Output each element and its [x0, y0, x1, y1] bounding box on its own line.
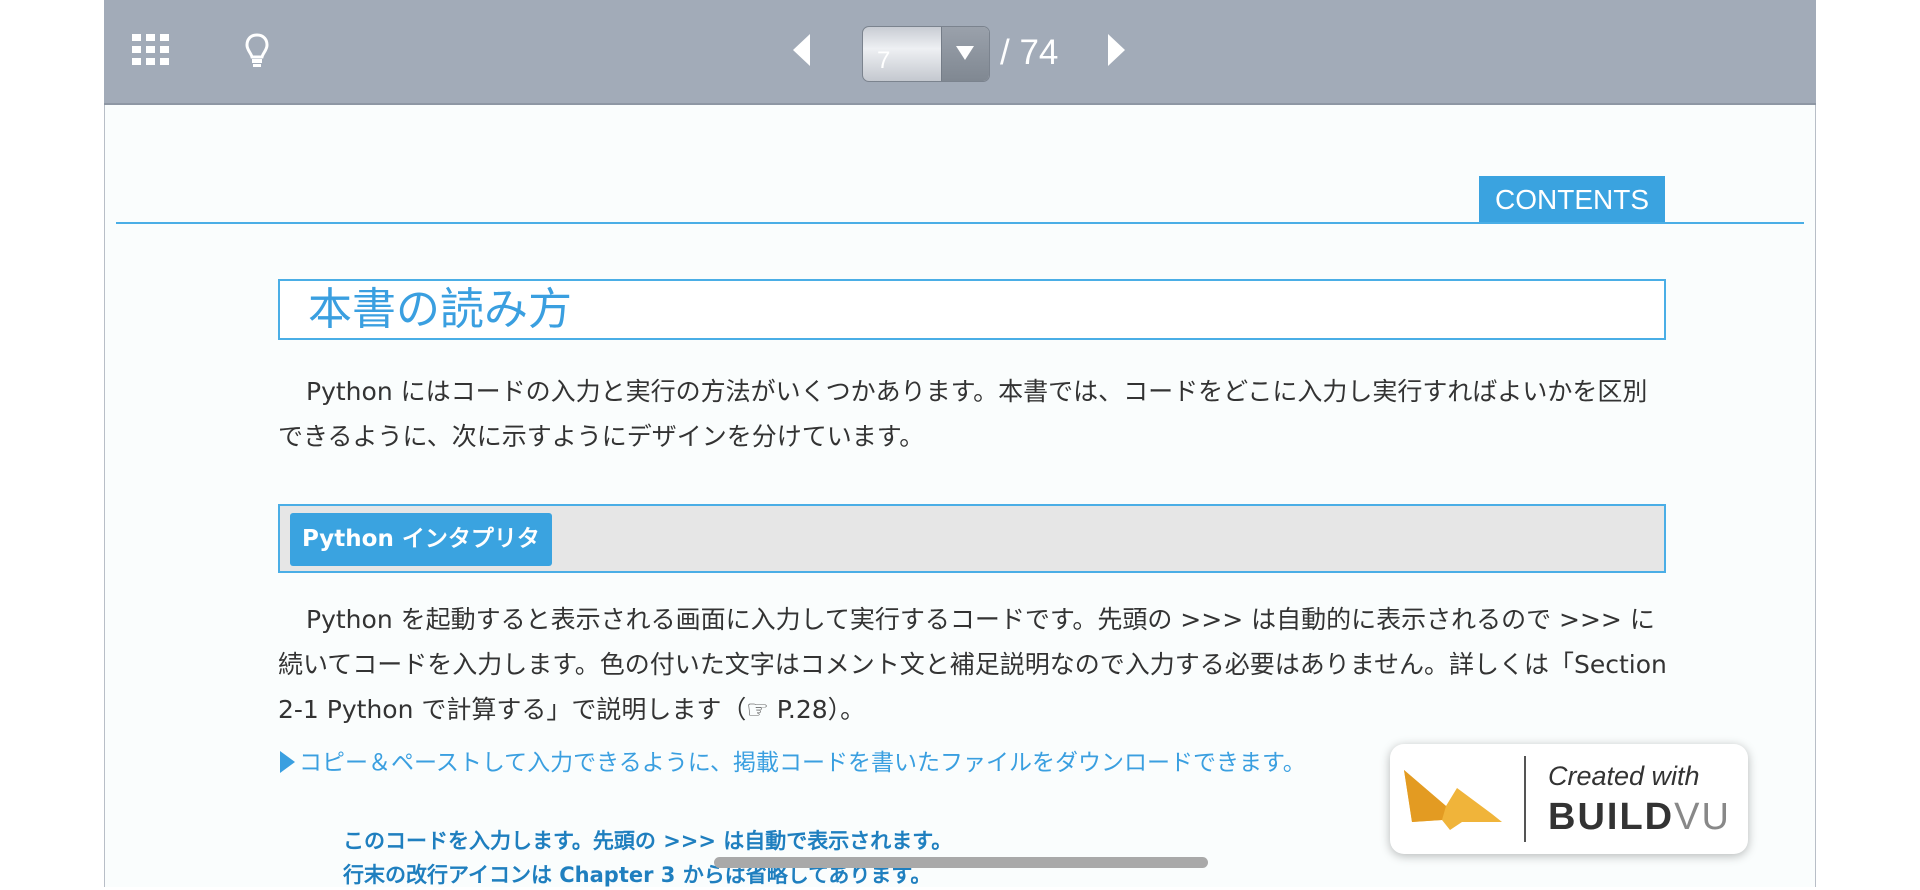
title-box: 本書の読み方 — [278, 279, 1666, 340]
section-header: Python インタプリタ — [278, 504, 1666, 573]
intro-paragraph: Python にはコードの入力と実行の方法がいくつかあります。本書では、コードを… — [278, 369, 1670, 459]
section-text: Python を起動すると表示される画面に入力して実行するコードです。先頭の >… — [278, 605, 1667, 724]
header-rule — [116, 222, 1804, 224]
badge-brand: BUILDVU — [1548, 796, 1731, 839]
buildvu-logo-icon — [1404, 770, 1502, 830]
grid-icon[interactable] — [132, 34, 170, 66]
badge-divider — [1524, 756, 1526, 842]
viewer-toolbar: / 74 — [104, 0, 1816, 105]
page-selector[interactable] — [862, 26, 990, 82]
page-dropdown-button[interactable] — [941, 27, 989, 81]
chevron-down-icon — [956, 46, 974, 60]
horizontal-scrollbar[interactable] — [714, 857, 1208, 868]
contents-button[interactable]: CONTENTS — [1479, 176, 1665, 223]
page-total: / 74 — [1000, 33, 1059, 72]
brand-bold: BUILD — [1548, 796, 1675, 838]
intro-text: Python にはコードの入力と実行の方法がいくつかあります。本書では、コードを… — [278, 377, 1648, 451]
page-number-input[interactable] — [863, 27, 943, 81]
brand-light: VU — [1674, 796, 1731, 838]
badge-created-with: Created with — [1548, 761, 1700, 791]
download-link-text[interactable]: コピー＆ペーストして入力できるように、掲載コードを書いたファイルをダウンロードで… — [299, 750, 1306, 776]
triangle-right-icon — [280, 751, 295, 773]
section-label: Python インタプリタ — [290, 513, 552, 566]
lightbulb-icon[interactable] — [244, 32, 270, 70]
section-paragraph: Python を起動すると表示される画面に入力して実行するコードです。先頭の >… — [278, 597, 1670, 732]
page-title: 本書の読み方 — [308, 284, 572, 335]
download-link[interactable]: コピー＆ペーストして入力できるように、掲載コードを書いたファイルをダウンロードで… — [280, 745, 1306, 781]
buildvu-badge[interactable]: Created with BUILDVU — [1390, 744, 1748, 854]
code-note-input: このコードを入力します。先頭の >>> は自動で表示されます。 — [343, 829, 953, 853]
next-page-icon[interactable] — [1106, 33, 1126, 67]
prev-page-icon[interactable] — [792, 33, 812, 67]
